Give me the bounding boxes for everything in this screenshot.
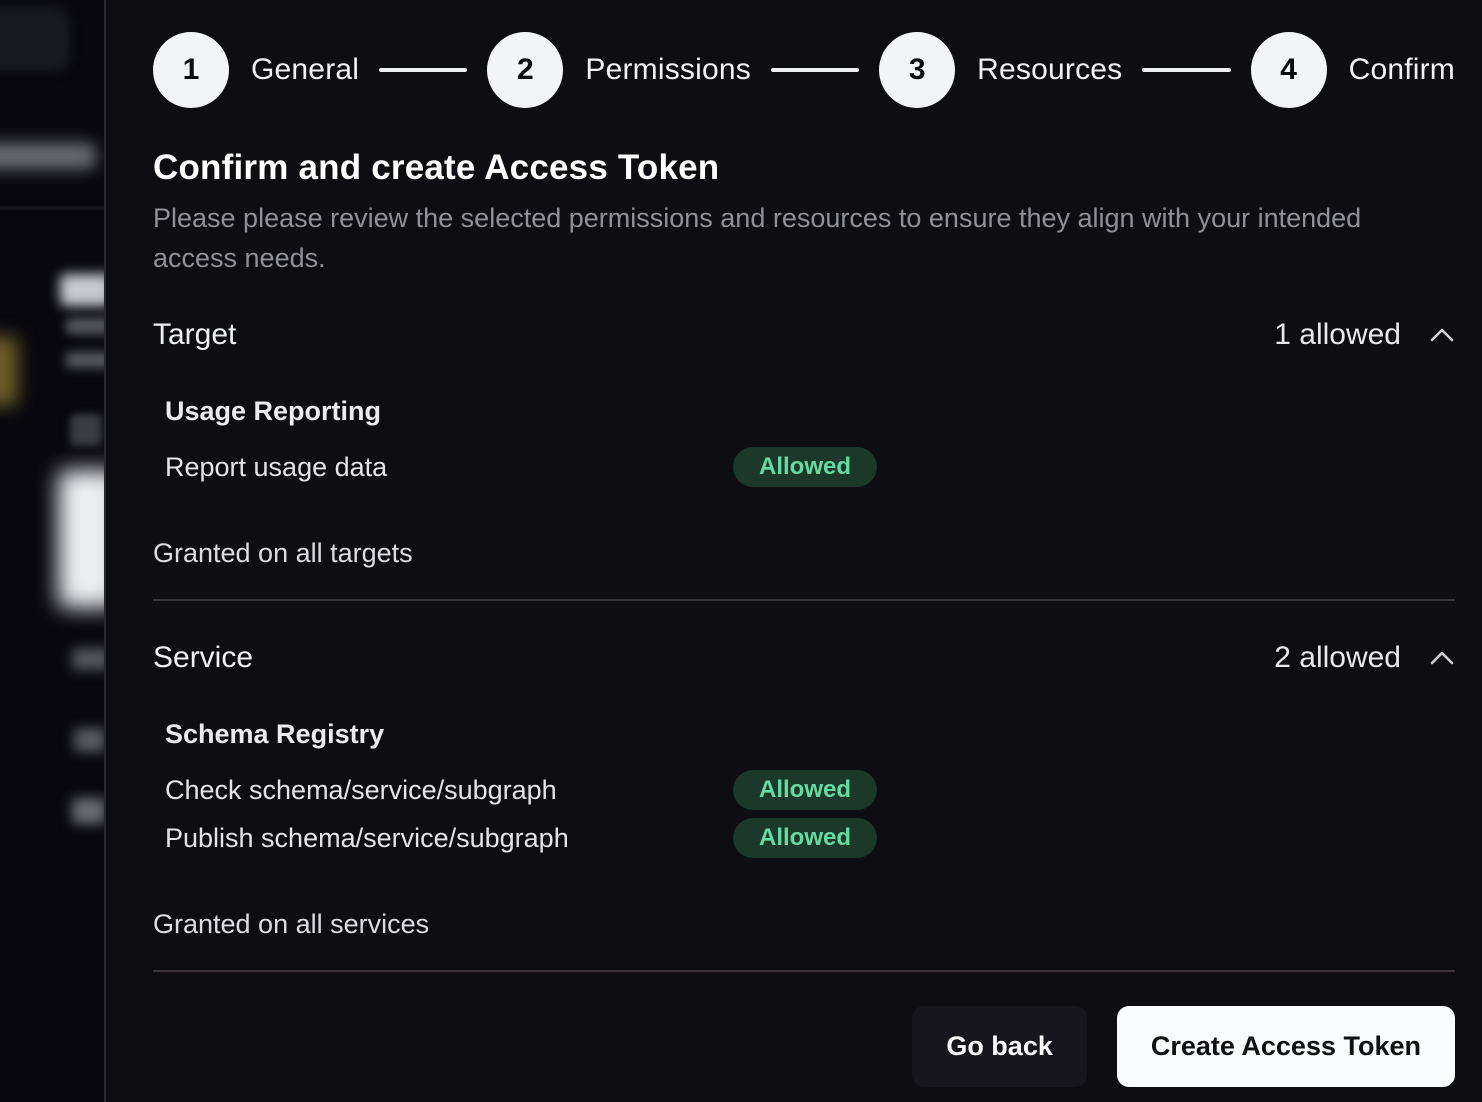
blurred-accent-shape (0, 336, 18, 406)
allowed-count: 2 allowed (1274, 641, 1401, 675)
permission-row: Report usage data Allowed (165, 443, 1455, 491)
background-sidebar (0, 0, 106, 1102)
blurred-divider (0, 207, 106, 209)
step-confirm[interactable]: 4 Confirm (1251, 32, 1455, 108)
permission-row: Check schema/service/subgraph Allowed (165, 766, 1455, 814)
page-title: Confirm and create Access Token (153, 148, 1455, 188)
allowed-count: 1 allowed (1274, 318, 1401, 352)
modal-footer: Go back Create Access Token (153, 1006, 1455, 1087)
permission-row: Publish schema/service/subgraph Allowed (165, 814, 1455, 862)
stepper: 1 General 2 Permissions 3 Resources 4 Co… (153, 32, 1455, 108)
section-divider (153, 970, 1455, 972)
status-badge: Allowed (733, 770, 877, 810)
stepper-connector (1142, 68, 1230, 72)
create-access-token-button[interactable]: Create Access Token (1117, 1006, 1455, 1087)
step-number-circle: 4 (1251, 32, 1327, 108)
blurred-text-line (74, 728, 106, 752)
section-divider (153, 599, 1455, 601)
step-number-circle: 2 (487, 32, 563, 108)
permission-label: Report usage data (165, 452, 733, 483)
stepper-connector (379, 68, 467, 72)
chevron-up-icon[interactable] (1429, 327, 1455, 343)
status-badge: Allowed (733, 447, 877, 487)
section-header-service[interactable]: Service 2 allowed (153, 641, 1455, 675)
create-access-token-modal: 1 General 2 Permissions 3 Resources 4 Co… (108, 0, 1482, 1102)
page-subtitle: Please please review the selected permis… (153, 198, 1383, 278)
stepper-connector (771, 68, 859, 72)
permission-label: Publish schema/service/subgraph (165, 823, 733, 854)
step-label: General (251, 53, 359, 87)
blurred-text-line (66, 318, 106, 334)
step-label: Permissions (585, 53, 751, 87)
section-title: Service (153, 641, 253, 675)
blurred-heading-text (60, 274, 106, 306)
blurred-text-line (66, 352, 106, 368)
permission-group-heading: Schema Registry (165, 719, 1455, 750)
step-number-circle: 1 (153, 32, 229, 108)
blurred-text-line (72, 798, 106, 824)
blurred-text-line (72, 648, 106, 670)
step-permissions[interactable]: 2 Permissions (487, 32, 751, 108)
step-number-circle: 3 (879, 32, 955, 108)
step-general[interactable]: 1 General (153, 32, 359, 108)
blurred-icon (70, 414, 102, 446)
granted-note: Granted on all services (153, 904, 1455, 944)
step-label: Confirm (1349, 53, 1455, 87)
blurred-nav-text (0, 143, 96, 169)
section-header-target[interactable]: Target 1 allowed (153, 318, 1455, 352)
permission-label: Check schema/service/subgraph (165, 775, 733, 806)
status-badge: Allowed (733, 818, 877, 858)
blurred-card (58, 470, 106, 608)
go-back-button[interactable]: Go back (912, 1006, 1087, 1087)
step-label: Resources (977, 53, 1122, 87)
chevron-up-icon[interactable] (1429, 650, 1455, 666)
permission-group-heading: Usage Reporting (165, 396, 1455, 427)
section-title: Target (153, 318, 236, 352)
step-resources[interactable]: 3 Resources (879, 32, 1122, 108)
blurred-logo-card (0, 6, 70, 72)
granted-note: Granted on all targets (153, 533, 1455, 573)
